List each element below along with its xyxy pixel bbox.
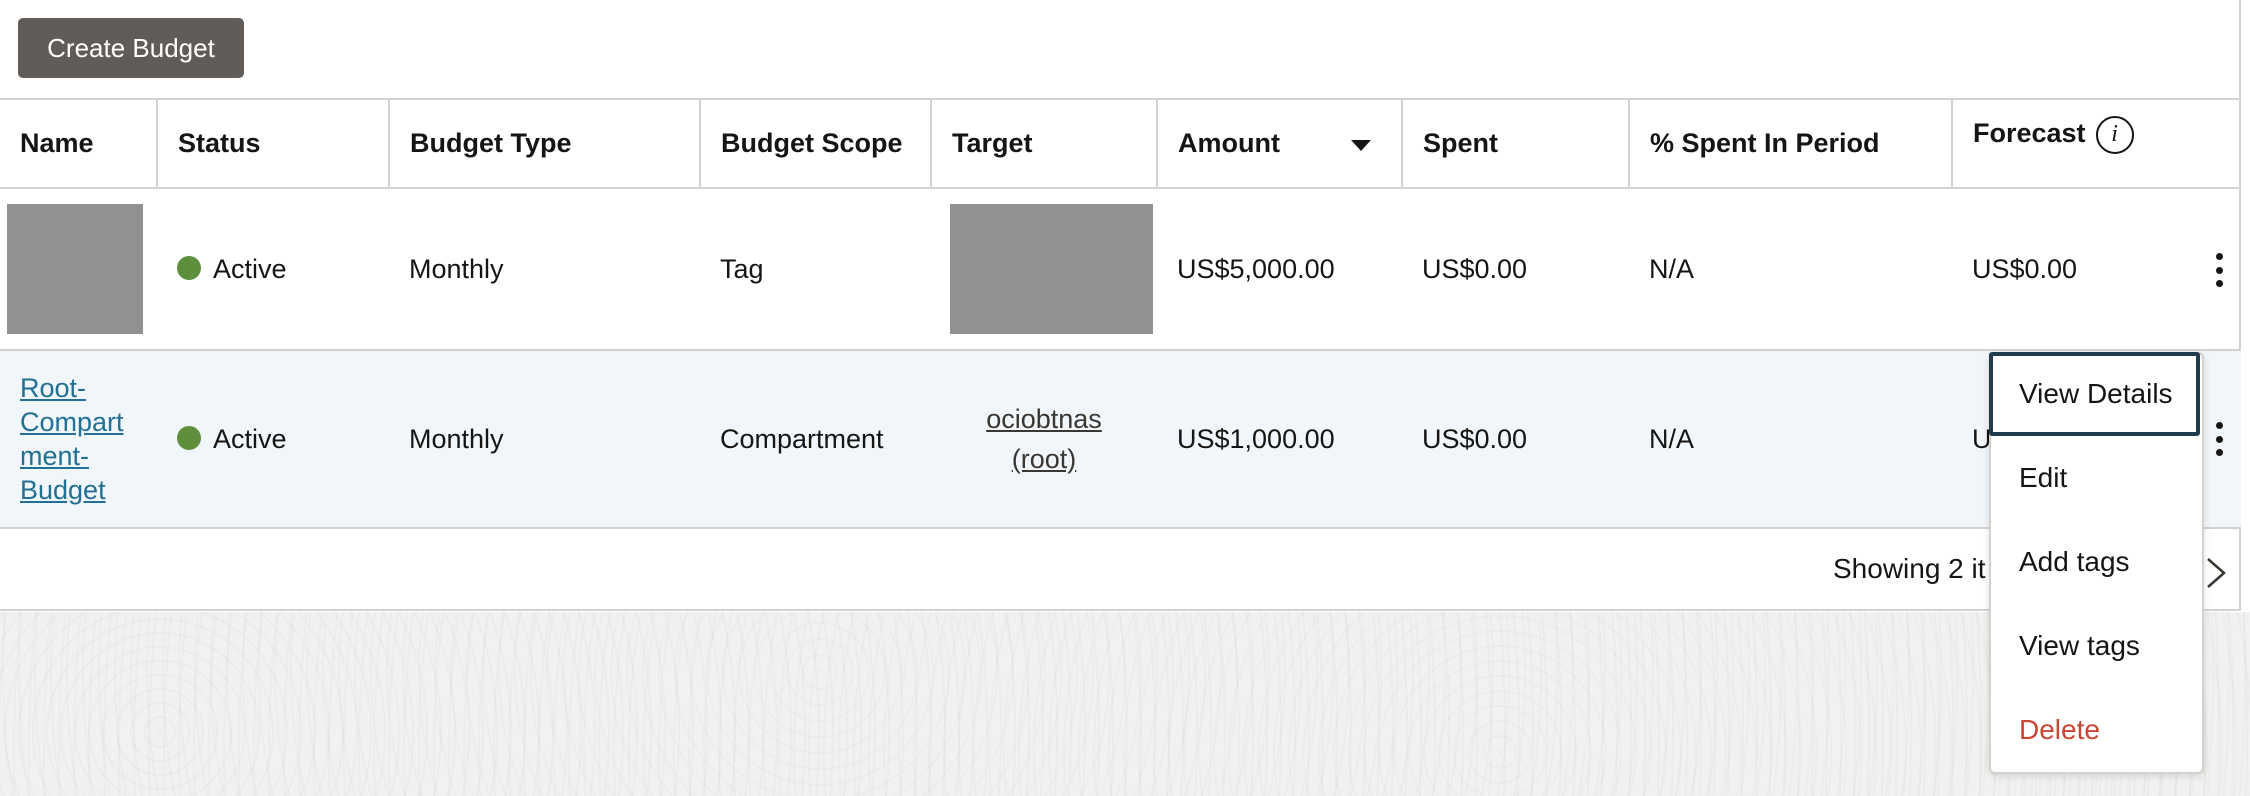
status-active-icon	[177, 426, 201, 451]
menu-item-edit[interactable]: Edit	[1991, 436, 2202, 520]
budgets-panel: Create Budget Name Status Budget Type Bu…	[0, 0, 2241, 611]
column-header-status[interactable]: Status	[157, 98, 390, 189]
budgets-page: Create Budget Name Status Budget Type Bu…	[0, 0, 2250, 796]
row-actions-kebab-icon[interactable]	[2215, 422, 2223, 456]
status-active-icon	[177, 256, 201, 281]
target-line: (root)	[1011, 444, 1077, 474]
cell-budget-scope: Tag	[700, 188, 931, 351]
cell-name: Root- Compart ment- Budget	[0, 350, 157, 529]
info-icon[interactable]: i	[2095, 115, 2134, 154]
name-line: Root-	[20, 373, 87, 403]
column-header-budget-type[interactable]: Budget Type	[389, 98, 701, 189]
column-header-amount-label: Amount	[1178, 128, 1280, 158]
create-budget-button[interactable]: Create Budget	[18, 18, 244, 78]
column-header-target[interactable]: Target	[931, 98, 1158, 189]
forecast-header-group: Forecast i	[1973, 115, 2134, 154]
name-line: Budget	[20, 475, 106, 505]
target-compartment-link[interactable]: ociobtnas (root)	[951, 399, 1137, 479]
cell-spent: US$0.00	[1402, 350, 1629, 529]
cell-name	[0, 188, 157, 351]
cell-pct-spent: N/A	[1629, 188, 1952, 351]
status-text: Active	[213, 253, 287, 284]
target-line: ociobtnas	[986, 404, 1102, 434]
table-row: Active Monthly Tag US$5,000.00 US$0.00 N…	[0, 188, 2241, 351]
menu-item-add-tags[interactable]: Add tags	[1991, 520, 2202, 604]
cell-amount: US$1,000.00	[1157, 350, 1402, 529]
row-actions-menu: View Details Edit Add tags View tags Del…	[1989, 352, 2204, 774]
cell-budget-type: Monthly	[389, 350, 700, 529]
column-header-forecast[interactable]: Forecast i	[1952, 98, 2241, 189]
menu-item-view-details[interactable]: View Details	[1989, 352, 2200, 436]
column-header-forecast-label: Forecast	[1973, 117, 2086, 148]
redacted-target	[950, 204, 1153, 334]
budgets-table: Name Status Budget Type Budget Scope Tar…	[0, 98, 2241, 529]
cell-budget-type: Monthly	[389, 188, 700, 351]
cell-target: ociobtnas (root)	[931, 350, 1157, 529]
cell-pct-spent: N/A	[1629, 350, 1952, 529]
cell-spent: US$0.00	[1402, 188, 1629, 351]
name-line: ment-	[20, 441, 90, 471]
page-background	[0, 612, 2250, 796]
row-actions-kebab-icon[interactable]	[2215, 253, 2223, 287]
cell-forecast: US$0.00	[1952, 188, 2241, 351]
status-text: Active	[213, 423, 287, 454]
table-header-row: Name Status Budget Type Budget Scope Tar…	[0, 98, 2241, 189]
cell-target	[931, 188, 1157, 351]
name-line: Compart	[20, 407, 124, 437]
column-header-pct-spent[interactable]: % Spent In Period	[1629, 98, 1953, 189]
cell-status: Active	[157, 188, 389, 351]
column-header-name[interactable]: Name	[0, 98, 158, 189]
menu-item-delete[interactable]: Delete	[1991, 688, 2202, 772]
budget-name-link[interactable]: Root- Compart ment- Budget	[20, 371, 137, 507]
column-header-amount[interactable]: Amount	[1157, 98, 1403, 189]
column-header-spent[interactable]: Spent	[1402, 98, 1630, 189]
column-header-budget-scope[interactable]: Budget Scope	[700, 98, 932, 189]
cell-status: Active	[157, 350, 389, 529]
cell-amount: US$5,000.00	[1157, 188, 1402, 351]
cell-budget-scope: Compartment	[700, 350, 931, 529]
table-row: Root- Compart ment- Budget Active Monthl…	[0, 350, 2241, 529]
sort-descending-icon[interactable]	[1351, 140, 1371, 151]
redacted-name	[7, 204, 143, 334]
chevron-right-icon[interactable]	[2200, 556, 2230, 590]
pagination-status: Showing 2 it	[1833, 553, 1986, 584]
menu-item-view-tags[interactable]: View tags	[1991, 604, 2202, 688]
